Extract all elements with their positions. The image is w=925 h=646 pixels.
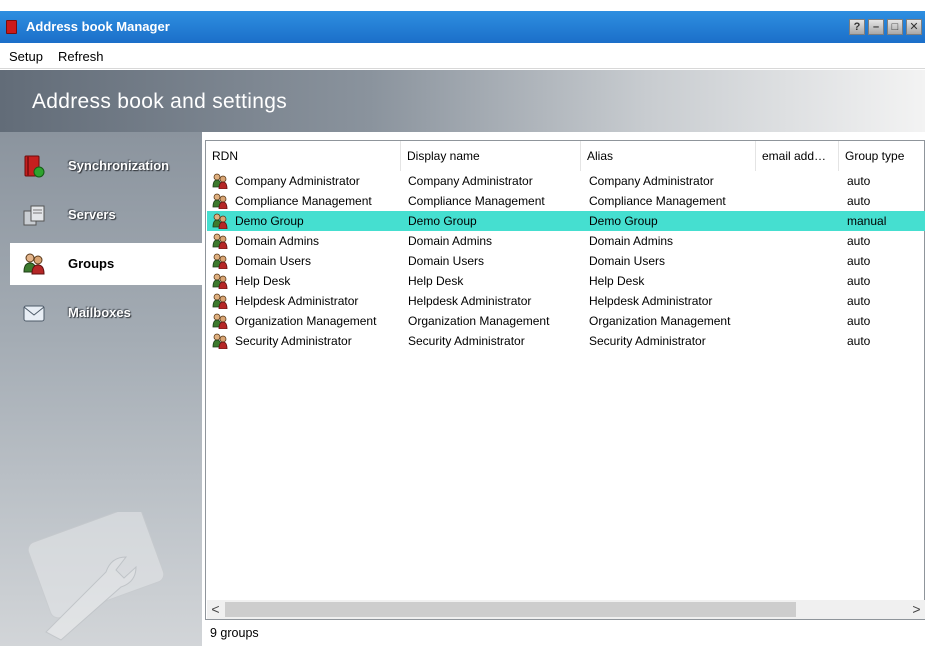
window-title: Address book Manager	[26, 19, 170, 34]
menu-bar: Setup Refresh	[0, 43, 925, 69]
table-row[interactable]: Company Administrator Company Administrat…	[207, 171, 925, 191]
column-header-email[interactable]: email add…	[756, 141, 839, 171]
cell-group-type: auto	[847, 254, 871, 268]
cell-alias: Domain Admins	[589, 234, 674, 248]
cell-group-type: auto	[847, 194, 871, 208]
cell-alias: Security Administrator	[589, 334, 706, 348]
sidebar-item-label: Servers	[68, 207, 116, 222]
scroll-left-arrow[interactable]: <	[207, 600, 224, 619]
cell-rdn: Organization Management	[235, 314, 377, 328]
group-icon	[212, 253, 228, 269]
sidebar-item-mailboxes[interactable]: Mailboxes	[10, 292, 202, 334]
cell-alias: Compliance Management	[589, 194, 726, 208]
horizontal-scrollbar[interactable]: < >	[207, 600, 925, 619]
cell-group-type: manual	[847, 214, 887, 228]
header-band: Address book and settings	[0, 70, 925, 132]
cell-display-name: Organization Management	[408, 314, 550, 328]
table-row[interactable]: Help Desk Help Desk Help Desk auto	[207, 271, 925, 291]
column-header-alias[interactable]: Alias	[581, 141, 756, 171]
cell-alias: Organization Management	[589, 314, 731, 328]
column-header-group-type[interactable]: Group type	[839, 141, 925, 171]
table-row[interactable]: Domain Admins Domain Admins Domain Admins a…	[207, 231, 925, 251]
cell-group-type: auto	[847, 234, 871, 248]
title-bar: Address book Manager ? – □ ✕	[0, 11, 925, 43]
group-icon	[212, 313, 228, 329]
groups-icon	[23, 253, 45, 275]
cell-rdn: Help Desk	[235, 274, 291, 288]
cell-group-type: auto	[847, 314, 871, 328]
cell-display-name: Domain Admins	[408, 234, 493, 248]
mailbox-icon	[23, 305, 45, 322]
menu-setup[interactable]: Setup	[9, 49, 43, 64]
book-sync-icon	[24, 155, 45, 178]
cell-display-name: Security Administrator	[408, 334, 525, 348]
sidebar: Synchronization Servers Groups Mailboxes	[0, 132, 202, 646]
app-book-icon	[6, 20, 17, 34]
table-row[interactable]: Organization Management Organization Mana…	[207, 311, 925, 331]
servers-icon	[23, 205, 45, 226]
sidebar-item-label: Synchronization	[68, 158, 170, 173]
table-row[interactable]: Compliance Management Compliance Manageme…	[207, 191, 925, 211]
cell-rdn: Company Administrator	[235, 174, 360, 188]
table-row[interactable]: Security Administrator Security Administr…	[207, 331, 925, 351]
scrollbar-thumb[interactable]	[225, 602, 796, 617]
sidebar-item-servers[interactable]: Servers	[10, 194, 202, 236]
column-header-display-name[interactable]: Display name	[401, 141, 581, 171]
cell-group-type: auto	[847, 274, 871, 288]
close-button[interactable]: ✕	[906, 19, 922, 35]
cell-display-name: Helpdesk Administrator	[408, 294, 532, 308]
maximize-button[interactable]: □	[887, 19, 903, 35]
cell-display-name: Domain Users	[408, 254, 485, 268]
cell-display-name: Demo Group	[408, 214, 477, 228]
cell-rdn: Demo Group	[235, 214, 304, 228]
cell-group-type: auto	[847, 334, 871, 348]
group-icon	[212, 193, 228, 209]
cell-display-name: Compliance Management	[408, 194, 545, 208]
column-header-rdn[interactable]: RDN	[206, 141, 401, 171]
scroll-right-arrow[interactable]: >	[908, 600, 925, 619]
group-icon	[212, 233, 228, 249]
table-row[interactable]: Demo Group Demo Group Demo Group manual	[207, 211, 925, 231]
cell-rdn: Compliance Management	[235, 194, 372, 208]
groups-list[interactable]: RDN Display name Alias email add… Group …	[205, 140, 925, 620]
cell-rdn: Security Administrator	[235, 334, 352, 348]
table-row[interactable]: Helpdesk Administrator Helpdesk Administr…	[207, 291, 925, 311]
group-icon	[212, 213, 228, 229]
sidebar-item-synchronization[interactable]: Synchronization	[10, 145, 202, 187]
cell-rdn: Domain Admins	[235, 234, 320, 248]
cell-alias: Demo Group	[589, 214, 658, 228]
group-icon	[212, 293, 228, 309]
cell-group-type: auto	[847, 174, 871, 188]
menu-refresh[interactable]: Refresh	[58, 49, 104, 64]
table-row[interactable]: Domain Users Domain Users Domain Users auto	[207, 251, 925, 271]
sidebar-item-label: Mailboxes	[68, 305, 131, 320]
cell-alias: Help Desk	[589, 274, 645, 288]
group-icon	[212, 273, 228, 289]
page-title: Address book and settings	[32, 90, 287, 113]
group-icon	[212, 333, 228, 349]
cell-display-name: Help Desk	[408, 274, 464, 288]
wrench-watermark-icon	[27, 512, 165, 641]
minimize-button[interactable]: –	[868, 19, 884, 35]
cell-alias: Company Administrator	[589, 174, 714, 188]
cell-display-name: Company Administrator	[408, 174, 533, 188]
cell-rdn: Helpdesk Administrator	[235, 294, 359, 308]
cell-alias: Helpdesk Administrator	[589, 294, 713, 308]
group-icon	[212, 173, 228, 189]
sidebar-item-label: Groups	[68, 256, 115, 271]
help-button[interactable]: ?	[849, 19, 865, 35]
cell-group-type: auto	[847, 294, 871, 308]
cell-alias: Domain Users	[589, 254, 666, 268]
cell-rdn: Domain Users	[235, 254, 312, 268]
sidebar-item-groups[interactable]: Groups	[10, 243, 202, 285]
status-text: 9 groups	[210, 626, 259, 640]
